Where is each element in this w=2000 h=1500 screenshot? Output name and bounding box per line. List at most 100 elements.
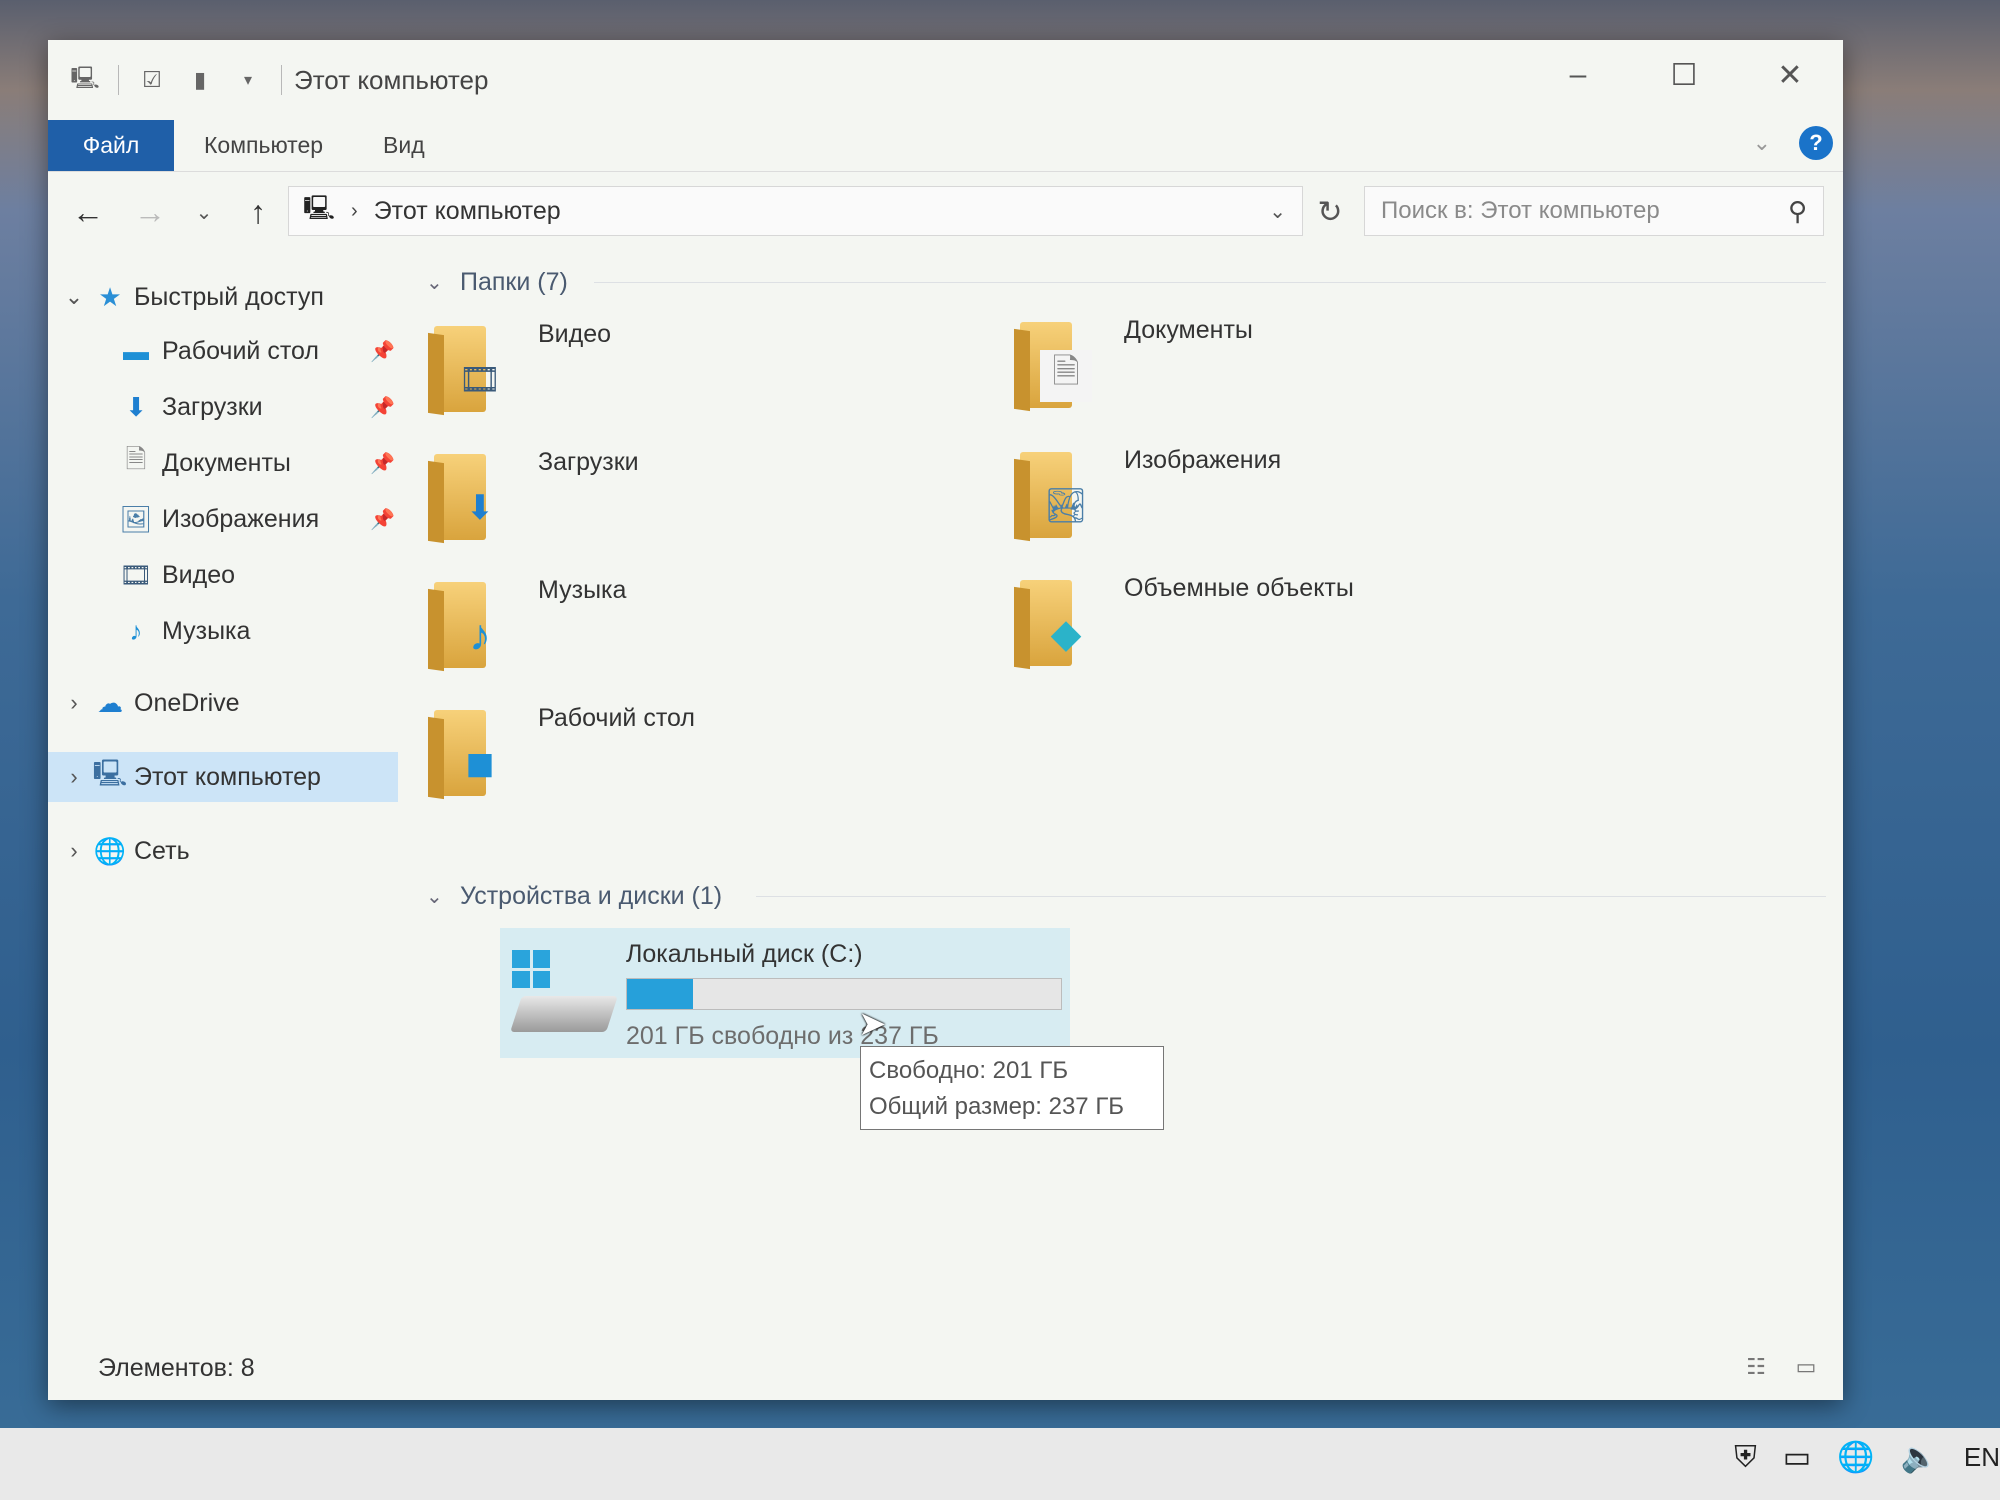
- folder-tile-music[interactable]: ♪ Музыка: [428, 572, 908, 682]
- folder-icon: 🏞: [1014, 446, 1094, 542]
- details-view-icon[interactable]: ☷: [1739, 1352, 1773, 1382]
- collapse-chevron-icon[interactable]: ⌄: [62, 284, 86, 310]
- item-count: Элементов: 8: [98, 1354, 255, 1382]
- network-globe-icon[interactable]: 🌐: [1837, 1440, 1874, 1475]
- nav-item-label: Этот компьютер: [134, 762, 321, 791]
- image-icon: 🖼: [119, 503, 153, 534]
- navigation-buttons: ← → ⌄ ↑: [68, 192, 278, 232]
- group-title: Папки (7): [460, 267, 568, 296]
- nav-item-downloads[interactable]: ⬇ Загрузки 📌: [48, 382, 406, 432]
- search-icon[interactable]: ⚲: [1788, 196, 1807, 227]
- security-shield-icon[interactable]: ⛨: [1734, 1441, 1757, 1475]
- tooltip-free: Свободно: 201 ГБ: [869, 1057, 1069, 1084]
- video-icon: 🎞: [119, 559, 153, 590]
- group-title: Устройства и диски (1): [460, 881, 723, 910]
- nav-item-label: Загрузки: [162, 392, 263, 421]
- volume-icon[interactable]: 🔈: [1901, 1440, 1938, 1475]
- expand-chevron-icon[interactable]: ›: [62, 764, 86, 790]
- folder-tile-documents[interactable]: 🗎 Документы: [1014, 312, 1494, 422]
- nav-item-desktop[interactable]: ▬ Рабочий стол 📌: [48, 326, 406, 376]
- devices-group-header[interactable]: ⌄ Устройства и диски (1): [426, 876, 1826, 916]
- collapse-chevron-icon[interactable]: ⌄: [426, 270, 446, 295]
- close-button[interactable]: ✕: [1737, 40, 1843, 110]
- pin-icon[interactable]: 📌: [370, 395, 395, 420]
- nav-item-videos[interactable]: 🎞 Видео: [48, 550, 406, 600]
- tab-view[interactable]: Вид: [353, 120, 455, 171]
- folder-name: Документы: [1124, 316, 1253, 344]
- address-bar[interactable]: 🖳 › Этот компьютер ⌄: [288, 186, 1303, 236]
- address-dropdown-icon[interactable]: ⌄: [1269, 199, 1286, 224]
- recent-locations-chevron-icon[interactable]: ⌄: [192, 192, 216, 232]
- window-controls: – ☐ ✕: [1525, 40, 1843, 110]
- window-title: Этот компьютер: [294, 64, 489, 95]
- tooltip-total: Общий размер: 237 ГБ: [869, 1093, 1125, 1120]
- folders-group-header[interactable]: ⌄ Папки (7): [426, 262, 1826, 302]
- tab-computer[interactable]: Компьютер: [174, 120, 353, 171]
- back-arrow-icon[interactable]: ←: [68, 192, 108, 232]
- ribbon-tabs: Файл Компьютер Вид ⌄ ?: [48, 120, 1843, 172]
- breadcrumb-chevron-icon[interactable]: ›: [351, 200, 358, 223]
- expand-ribbon-icon[interactable]: ⌄: [1753, 130, 1771, 156]
- folder-tile-desktop[interactable]: ■ Рабочий стол: [428, 700, 908, 810]
- refresh-icon[interactable]: ↻: [1310, 192, 1350, 232]
- pin-icon[interactable]: 📌: [370, 507, 395, 532]
- nav-item-label: Сеть: [134, 836, 190, 865]
- nav-item-label: Документы: [162, 448, 291, 477]
- view-buttons: ☷ ▭: [1739, 1352, 1823, 1382]
- breadcrumb[interactable]: Этот компьютер: [374, 197, 561, 226]
- new-folder-icon[interactable]: ▮: [185, 65, 215, 95]
- system-tray: ⛨ ▭ 🌐 🔈 EN: [1734, 1440, 2000, 1475]
- collapse-chevron-icon[interactable]: ⌄: [426, 884, 446, 909]
- nav-item-quick-access[interactable]: ⌄ ★ Быстрый доступ: [48, 272, 406, 322]
- folder-icon: ◆: [1014, 574, 1094, 670]
- explorer-window: 🖳 ☑ ▮ ▾ Этот компьютер – ☐ ✕ Файл Компью…: [48, 40, 1843, 1400]
- document-icon: 🗎: [1040, 350, 1092, 402]
- large-icons-view-icon[interactable]: ▭: [1789, 1352, 1823, 1382]
- search-placeholder: Поиск в: Этот компьютер: [1381, 197, 1660, 224]
- nav-item-music[interactable]: ♪ Музыка: [48, 606, 406, 656]
- download-icon: ⬇: [465, 489, 495, 527]
- folder-tile-pictures[interactable]: 🏞 Изображения: [1014, 442, 1494, 552]
- 3d-objects-icon: ◆: [1050, 612, 1082, 656]
- nav-item-this-pc[interactable]: › 🖳 Этот компьютер: [48, 752, 398, 802]
- nav-item-onedrive[interactable]: › ☁ OneDrive: [48, 678, 406, 728]
- drive-tile-c[interactable]: Локальный диск (C:) 201 ГБ свободно из 2…: [500, 928, 1070, 1058]
- pin-icon[interactable]: 📌: [370, 451, 395, 476]
- battery-icon[interactable]: ▭: [1783, 1440, 1811, 1475]
- tab-file[interactable]: Файл: [48, 120, 174, 171]
- maximize-button[interactable]: ☐: [1631, 40, 1737, 110]
- search-input[interactable]: Поиск в: Этот компьютер ⚲: [1364, 186, 1824, 236]
- desktop-icon: ■: [465, 737, 495, 791]
- group-divider: [594, 282, 1826, 283]
- nav-item-network[interactable]: › 🌐 Сеть: [48, 826, 406, 876]
- star-icon: ★: [98, 281, 122, 312]
- qat-divider: [281, 65, 282, 95]
- folder-icon: ♪: [428, 576, 508, 672]
- nav-item-documents[interactable]: 🗎 Документы 📌: [48, 438, 406, 488]
- folder-name: Изображения: [1124, 446, 1282, 474]
- pin-icon[interactable]: 📌: [370, 339, 395, 364]
- desktop-icon: ▬: [123, 335, 149, 366]
- folder-icon: ⬇: [428, 448, 508, 544]
- properties-check-icon[interactable]: ☑: [137, 65, 167, 95]
- nav-item-label: Быстрый доступ: [134, 282, 324, 311]
- folder-name: Рабочий стол: [538, 704, 695, 732]
- folder-tile-downloads[interactable]: ⬇ Загрузки: [428, 444, 908, 554]
- music-icon: ♪: [129, 615, 143, 646]
- folder-tile-3d-objects[interactable]: ◆ Объемные объекты: [1014, 570, 1494, 680]
- customize-qat-icon[interactable]: ▾: [233, 65, 263, 95]
- local-disk-icon: [510, 950, 618, 1040]
- expand-chevron-icon[interactable]: ›: [62, 690, 86, 716]
- help-icon[interactable]: ?: [1799, 126, 1833, 160]
- expand-chevron-icon[interactable]: ›: [62, 838, 86, 864]
- nav-item-pictures[interactable]: 🖼 Изображения 📌: [48, 494, 406, 544]
- cloud-icon: ☁: [97, 687, 123, 718]
- image-icon: 🏞: [1044, 487, 1088, 525]
- document-icon: 🗎: [125, 444, 147, 474]
- minimize-button[interactable]: –: [1525, 40, 1631, 110]
- forward-arrow-icon[interactable]: →: [130, 192, 170, 232]
- folder-tile-videos[interactable]: 🎞 Видео: [428, 316, 908, 426]
- up-arrow-icon[interactable]: ↑: [238, 192, 278, 232]
- taskbar: ⛨ ▭ 🌐 🔈 EN: [0, 1428, 2000, 1500]
- language-indicator[interactable]: EN: [1964, 1442, 2000, 1473]
